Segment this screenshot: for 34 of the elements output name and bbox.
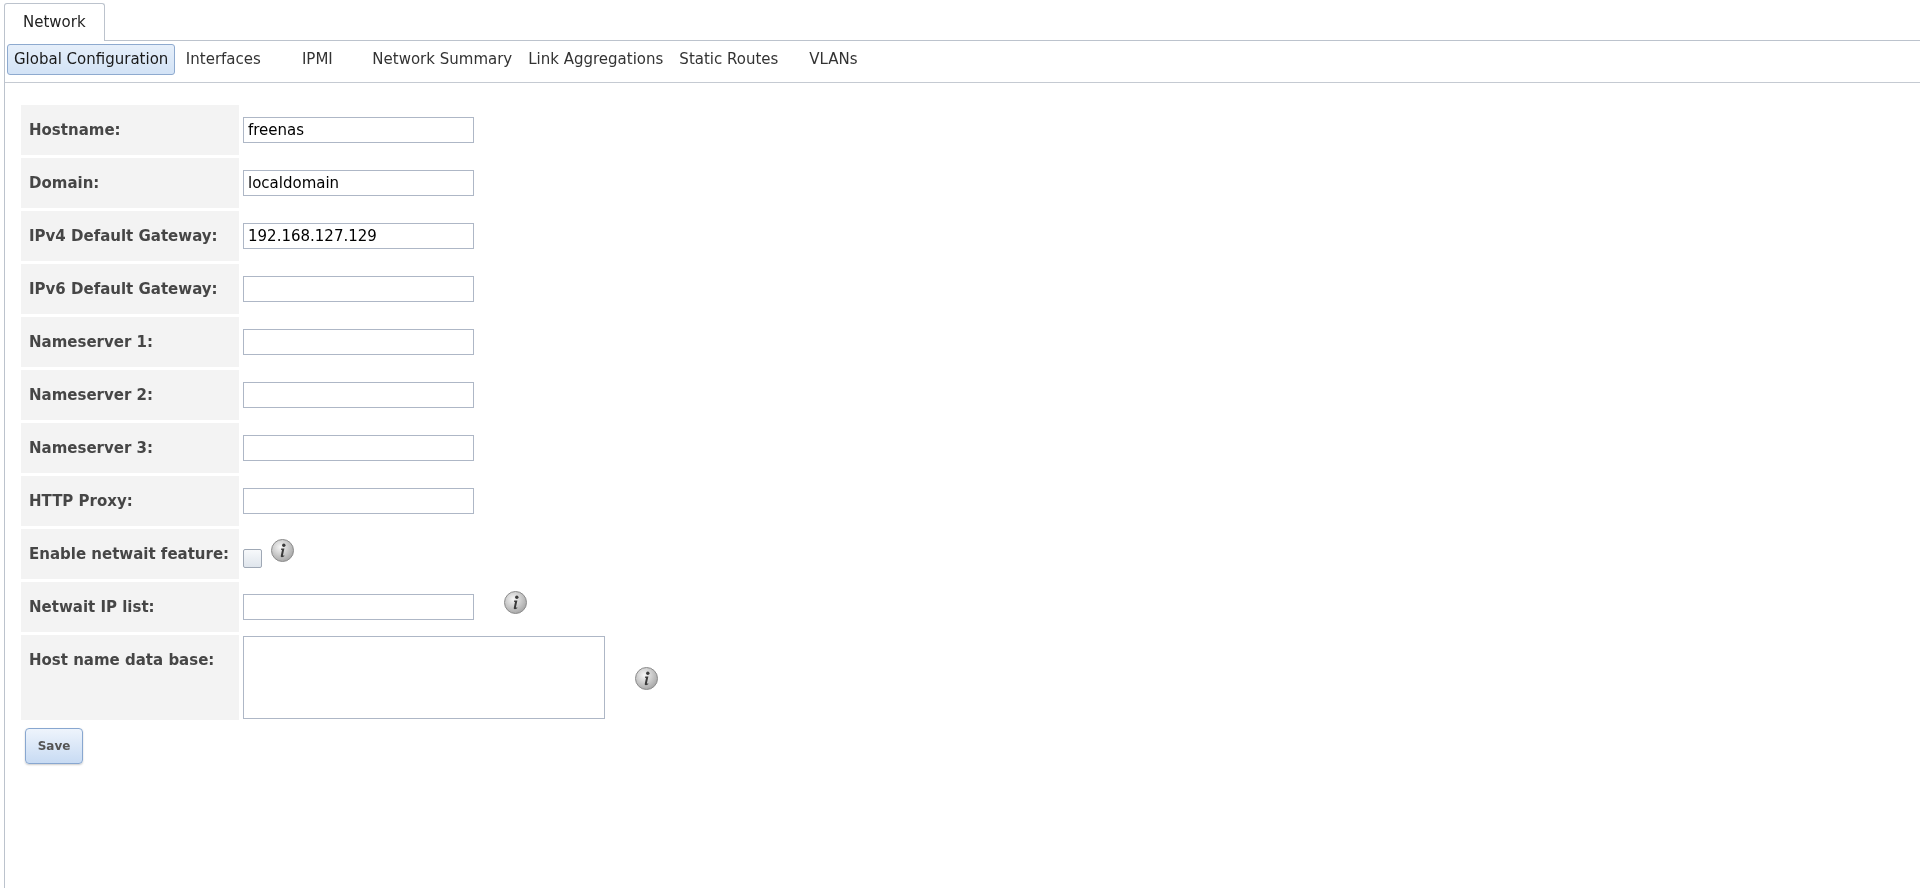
field-label: Enable netwait feature:: [21, 529, 239, 579]
text-input[interactable]: [243, 329, 474, 355]
info-icon[interactable]: [635, 667, 658, 690]
field-label: Host name data base:: [21, 635, 239, 720]
text-input[interactable]: [243, 488, 474, 514]
field-label: Nameserver 3:: [21, 423, 239, 473]
field-label: Hostname:: [21, 105, 239, 155]
subtab[interactable]: Network Summary: [365, 44, 520, 75]
field-label: HTTP Proxy:: [21, 476, 239, 526]
text-input[interactable]: 192.168.127.129: [243, 223, 474, 249]
subtab[interactable]: IPMI: [271, 44, 364, 75]
field-label: IPv4 Default Gateway:: [21, 211, 239, 261]
subtab[interactable]: VLANs: [787, 44, 880, 75]
text-area[interactable]: [243, 636, 605, 719]
checkbox[interactable]: [243, 548, 262, 568]
tab[interactable]: Network: [4, 3, 105, 41]
text-input[interactable]: [243, 276, 474, 302]
field-label: Nameserver 1:: [21, 317, 239, 367]
subtab[interactable]: Interfaces: [177, 44, 270, 75]
info-icon[interactable]: [504, 590, 527, 614]
field-label: Domain:: [21, 158, 239, 208]
field-label: Netwait IP list:: [21, 582, 239, 632]
subtab[interactable]: Static Routes: [672, 44, 786, 75]
save-button[interactable]: Save: [25, 728, 83, 764]
text-input[interactable]: localdomain: [243, 170, 474, 196]
text-input[interactable]: [243, 435, 474, 461]
info-icon[interactable]: [271, 538, 294, 562]
text-input[interactable]: [243, 594, 474, 620]
text-input[interactable]: [243, 382, 474, 408]
text-input[interactable]: freenas: [243, 117, 474, 143]
field-label: Nameserver 2:: [21, 370, 239, 420]
field-label: IPv6 Default Gateway:: [21, 264, 239, 314]
subtab[interactable]: Global Configuration: [7, 44, 176, 75]
subtab[interactable]: Link Aggregations: [521, 44, 671, 75]
